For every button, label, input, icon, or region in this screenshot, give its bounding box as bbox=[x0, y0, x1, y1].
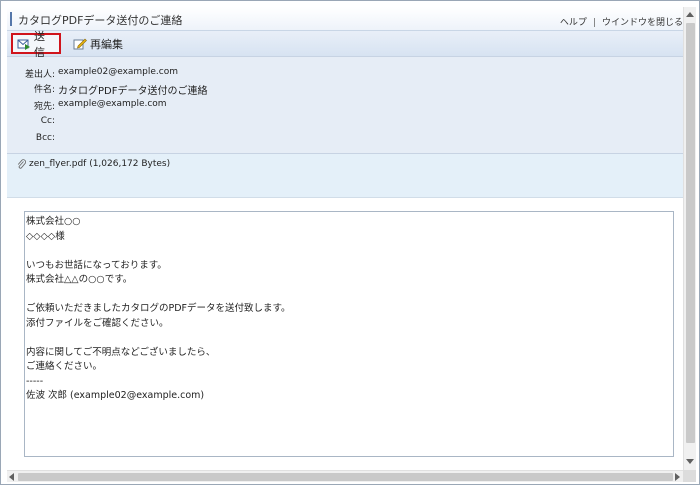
scroll-up-arrow[interactable] bbox=[686, 12, 694, 17]
scroll-left-arrow[interactable] bbox=[9, 473, 14, 481]
message-line: 佐波 次郎 (example02@example.com) bbox=[26, 390, 205, 401]
header-row-bcc: Bcc: bbox=[7, 133, 683, 149]
edit-pencil-icon bbox=[73, 38, 87, 50]
message-preview-window: カタログPDFデータ送付のご連絡 ヘルプ | ウインドウを閉じる 送信 再編集 差出… bbox=[0, 0, 700, 485]
header-row-to: 宛先: example@example.com bbox=[7, 99, 683, 115]
cc-label: Cc: bbox=[40, 116, 55, 126]
attachment-bar: zen_flyer.pdf (1,026,172 Bytes) bbox=[7, 154, 683, 198]
toolbar: 送信 再編集 bbox=[7, 30, 683, 59]
to-value: example@example.com bbox=[58, 99, 167, 109]
from-value: example02@example.com bbox=[58, 67, 179, 77]
bcc-label: Bcc: bbox=[35, 133, 55, 143]
reedit-button[interactable]: 再編集 bbox=[69, 33, 133, 54]
message-body[interactable]: 株式会社○○ ◇◇◇◇様いつもお世話になっております。 株式会社△△の○○です。ご依… bbox=[24, 211, 674, 457]
message-line: いつもお世話になっております。 bbox=[26, 259, 167, 271]
subject-label: 件名: bbox=[33, 85, 55, 95]
vertical-scroll-thumb[interactable] bbox=[686, 23, 695, 443]
reedit-button-label: 再編集 bbox=[90, 37, 123, 51]
paperclip-icon bbox=[17, 159, 26, 169]
message-line bbox=[26, 244, 673, 259]
close-window-link[interactable]: ウインドウを閉じる bbox=[602, 15, 683, 28]
vertical-scrollbar[interactable] bbox=[683, 7, 696, 470]
horizontal-scrollbar[interactable] bbox=[7, 470, 683, 482]
send-button-label: 送信 bbox=[34, 29, 45, 59]
horizontal-scroll-thumb[interactable] bbox=[18, 473, 673, 481]
window-title: カタログPDFデータ送付のご連絡 bbox=[18, 14, 183, 27]
header-row-from: 差出人: example02@example.com bbox=[7, 67, 683, 83]
message-line: ご連絡ください。 bbox=[26, 361, 103, 372]
message-line: ご依頼いただきましたカタログのPDFデータを送付致します。 bbox=[26, 303, 291, 314]
header-row-subject: 件名: カタログPDFデータ送付のご連絡 bbox=[7, 82, 683, 98]
message-headers: 差出人: example02@example.com 件名: カタログPDFデー… bbox=[7, 57, 683, 154]
message-line bbox=[26, 331, 673, 346]
scroll-down-arrow[interactable] bbox=[686, 459, 694, 464]
subject-value: カタログPDFデータ送付のご連絡 bbox=[58, 86, 208, 97]
message-line: 内容に関してご不明点などございましたら、 bbox=[26, 346, 216, 358]
message-line: ◇◇◇◇様 bbox=[26, 230, 65, 242]
header-row-cc: Cc: bbox=[7, 116, 683, 132]
help-link[interactable]: ヘルプ bbox=[560, 15, 587, 28]
title-links: ヘルプ | ウインドウを閉じる bbox=[560, 15, 683, 28]
message-line: 株式会社○○ bbox=[26, 216, 81, 227]
message-line: 株式会社△△の○○です。 bbox=[26, 274, 133, 285]
title-bar: カタログPDFデータ送付のご連絡 ヘルプ | ウインドウを閉じる bbox=[7, 7, 683, 31]
link-separator: | bbox=[592, 18, 596, 28]
from-label: 差出人: bbox=[24, 70, 55, 80]
message-line: ----- bbox=[26, 375, 44, 387]
to-label: 宛先: bbox=[33, 102, 55, 112]
message-line bbox=[26, 288, 673, 303]
attachment-link[interactable]: zen_flyer.pdf (1,026,172 Bytes) bbox=[29, 159, 170, 169]
message-line: 添付ファイルをご確認ください。 bbox=[26, 317, 169, 329]
send-button[interactable]: 送信 bbox=[11, 30, 61, 59]
scroll-right-arrow[interactable] bbox=[675, 473, 680, 481]
scrollbar-corner bbox=[683, 470, 696, 482]
title-accent-bar bbox=[10, 12, 12, 26]
send-mail-icon bbox=[17, 39, 30, 50]
